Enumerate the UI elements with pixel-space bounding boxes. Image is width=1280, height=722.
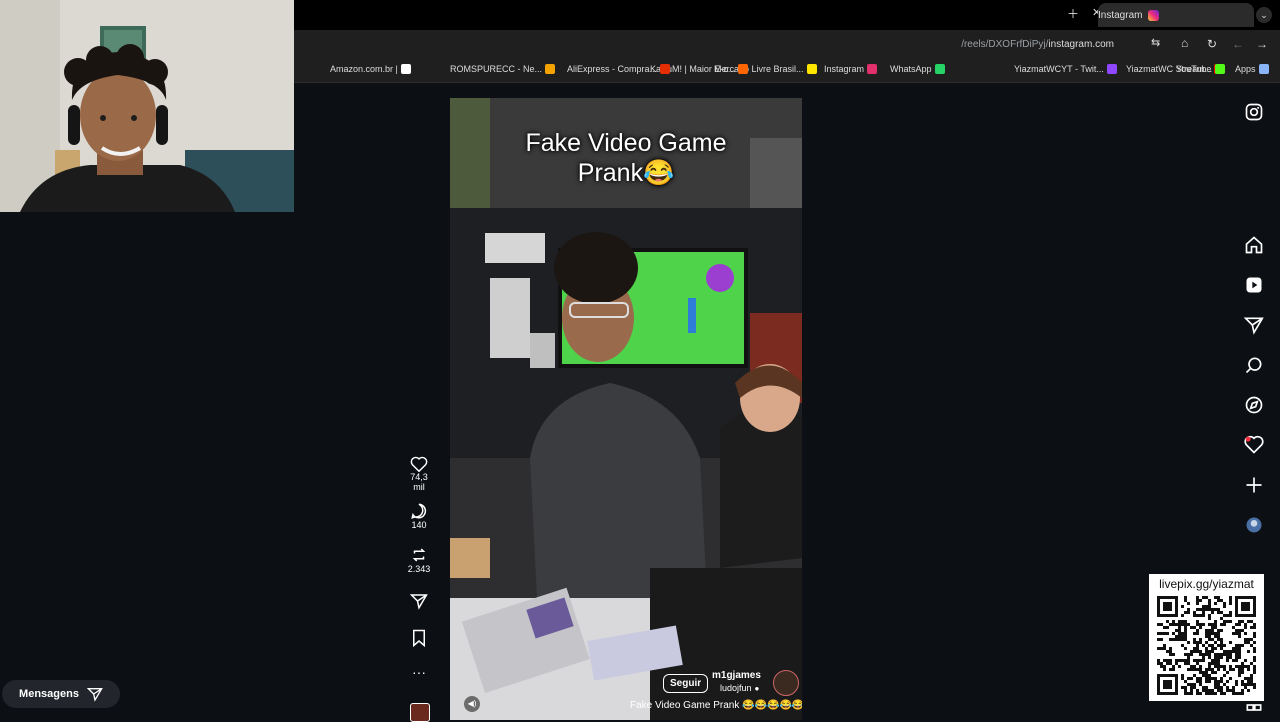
forward-icon[interactable]: ←	[1232, 38, 1244, 50]
bookmark-favicon-icon	[867, 64, 878, 74]
instagram-favicon-icon	[1148, 9, 1160, 21]
reel-caption-line2: Prank😂	[577, 159, 675, 187]
qr-label: livepix.gg/yiazmat	[1159, 577, 1254, 591]
livepix-qr-overlay: livepix.gg/yiazmat	[1149, 574, 1264, 701]
webcam-overlay	[0, 0, 294, 212]
mute-icon[interactable]: ◀)	[464, 696, 480, 712]
audio-thumbnail[interactable]	[410, 703, 430, 722]
bookmark-item[interactable]: YiazmatWCYT - Twit...	[1014, 64, 1117, 74]
explore-icon[interactable]	[1244, 395, 1264, 415]
browser-tab-bar: ＋ ✕ ◀) Instagram ⌄	[294, 0, 1280, 30]
tab-title: Instagram	[1098, 9, 1143, 21]
grid-icon[interactable]	[1244, 700, 1264, 720]
comment-button[interactable]: 140	[404, 502, 434, 530]
share-button[interactable]	[404, 592, 434, 610]
url-path: /reels/DXOFrfDiPyj/	[961, 39, 1049, 50]
person-icon: ●	[754, 683, 760, 693]
follow-button[interactable]: Seguir	[663, 674, 709, 693]
bookmark-label: Amazon.com.br |	[330, 64, 398, 74]
bookmark-item[interactable]: YiazmatWC Stream...	[1126, 64, 1226, 74]
bookmark-item[interactable]: Amazon.com.br |	[330, 64, 411, 74]
home-icon[interactable]	[1244, 235, 1264, 255]
url-host: instagram.com	[1048, 39, 1114, 50]
audio-line: ludojfun ●	[720, 683, 759, 693]
tab-instagram[interactable]: Instagram	[1098, 3, 1254, 27]
bookmark-favicon-icon	[400, 64, 411, 74]
save-button[interactable]	[404, 629, 434, 647]
messages-label: Mensagens	[19, 688, 79, 700]
repost-icon	[412, 548, 426, 562]
profile-icon[interactable]	[1244, 515, 1264, 535]
bookmark-item[interactable]: WhatsApp	[890, 64, 945, 74]
bookmark-favicon-icon	[1258, 64, 1269, 74]
reel-video-frame	[450, 98, 802, 720]
bookmark-label: Apps	[1235, 64, 1256, 74]
reel-description[interactable]: Fake Video Game Prank 😂😂😂😂😂	[630, 700, 802, 711]
bookmark-favicon-icon	[1215, 64, 1226, 74]
new-tab-icon[interactable]: ＋	[1067, 8, 1079, 20]
bookmark-label: WhatsApp	[890, 64, 932, 74]
repost-count: 2.343	[407, 564, 431, 574]
reel-video[interactable]: Fake Video Game Prank😂 m1gjames ludojfun…	[450, 98, 802, 720]
bookmark-item[interactable]: ROMSPURECC - Ne...	[450, 64, 556, 74]
send-icon[interactable]	[1244, 315, 1264, 335]
address-bar[interactable]: /reels/DXOFrfDiPyj/instagram.com	[961, 39, 1114, 50]
heart-icon	[410, 456, 428, 472]
author-username[interactable]: m1gjames	[712, 670, 761, 681]
qr-code	[1157, 596, 1256, 695]
bookmark-favicon-icon	[934, 64, 945, 74]
webcam-image	[0, 0, 294, 212]
comment-count: 140	[411, 520, 427, 530]
bookmark-label: YiazmatWC Stream...	[1126, 64, 1213, 74]
repost-button[interactable]: 2.343	[404, 546, 434, 574]
bookmark-favicon-icon	[738, 64, 749, 74]
tab-search-icon[interactable]: ⌄	[1256, 7, 1272, 23]
browser-toolbar: → ← ↻ ⌂ ⇆	[294, 30, 1280, 60]
bookmark-favicon-icon	[545, 64, 556, 74]
bookmark-label: ROMSPURECC - Ne...	[450, 64, 543, 74]
back-icon[interactable]: →	[1256, 38, 1268, 50]
heart-icon[interactable]	[1244, 435, 1264, 455]
home-button-icon[interactable]: ⌂	[1181, 37, 1188, 49]
like-count: 74,3 mil	[410, 472, 428, 492]
bookmark-item[interactable]: Apps	[1235, 64, 1269, 74]
messages-button[interactable]: Mensagens	[2, 680, 120, 708]
bookmark-item[interactable]: AliExpress - Compra...	[567, 64, 671, 74]
create-icon[interactable]	[1244, 475, 1264, 495]
audio-name[interactable]: ludojfun	[720, 683, 752, 693]
search-icon[interactable]	[1244, 355, 1264, 375]
reload-icon[interactable]: ↻	[1207, 38, 1217, 50]
bookmark-favicon-icon	[806, 64, 817, 74]
bookmark-favicon-icon	[660, 64, 671, 74]
like-button[interactable]: 74,3 mil	[404, 456, 434, 492]
more-options-icon[interactable]: ···	[404, 664, 434, 680]
bookmark-label: Instagram	[824, 64, 865, 74]
reel-caption-line1: Fake Video Game	[525, 129, 727, 157]
send-icon	[410, 594, 428, 610]
send-icon	[86, 688, 103, 702]
bookmark-favicon-icon	[1106, 64, 1117, 74]
bookmark-icon	[413, 629, 425, 647]
bookmark-label: AliExpress - Compra...	[567, 64, 658, 74]
bookmark-label: YiazmatWCYT - Twit...	[1014, 64, 1104, 74]
bookmark-item[interactable]: Instagram	[824, 64, 878, 74]
site-settings-icon[interactable]: ⇆	[1151, 38, 1160, 49]
instagram-logo-icon[interactable]	[1244, 102, 1264, 122]
reels-icon[interactable]	[1244, 275, 1264, 295]
reel-caption-title: Fake Video Game Prank😂	[450, 128, 802, 188]
comment-icon	[411, 503, 427, 519]
author-avatar[interactable]	[773, 670, 799, 696]
